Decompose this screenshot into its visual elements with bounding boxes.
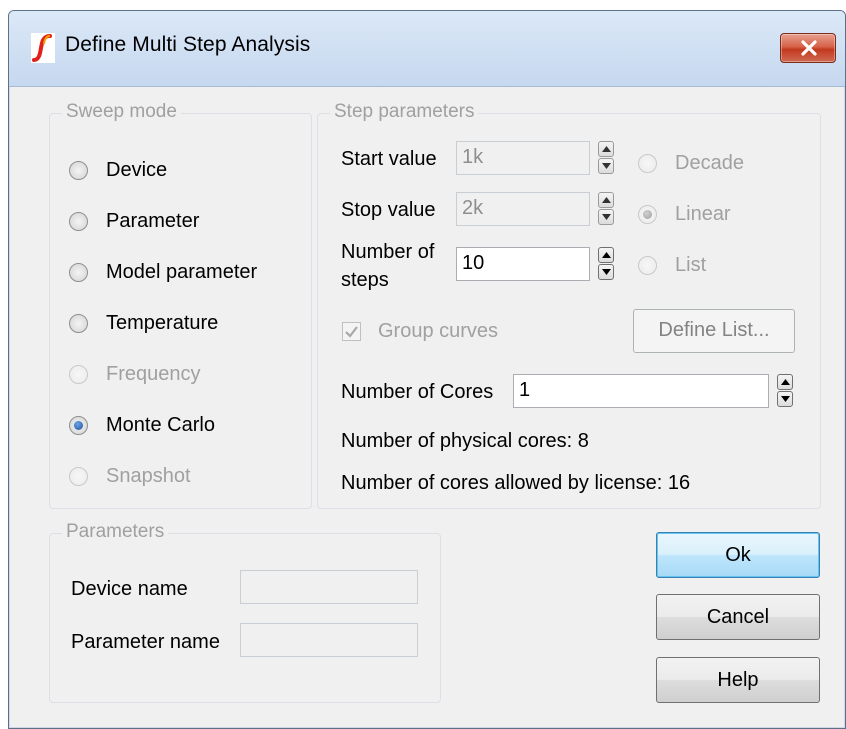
num-steps-label-line2: steps	[341, 269, 389, 291]
group-curves-checkbox[interactable]	[342, 322, 361, 341]
sweep-mode-group-label: Sweep mode	[62, 101, 181, 123]
stop-value-up-button[interactable]	[598, 192, 614, 208]
step-parameters-group: Step parameters Start value 1k Stop valu…	[317, 101, 821, 509]
dialog-window: Define Multi Step Analysis Sweep mode De…	[8, 10, 846, 729]
simetrix-logo-icon	[31, 33, 55, 63]
radio-linear-circle[interactable]	[638, 205, 657, 224]
parameter-name-label: Parameter name	[71, 631, 220, 653]
define-list-button[interactable]: Define List...	[633, 309, 795, 353]
chevron-up-icon	[602, 197, 611, 203]
device-name-label: Device name	[71, 578, 188, 600]
radio-frequency-circle[interactable]	[69, 365, 88, 384]
chevron-down-icon	[602, 214, 611, 220]
help-button[interactable]: Help	[656, 657, 820, 703]
num-cores-input[interactable]: 1	[513, 374, 769, 408]
close-button[interactable]	[780, 33, 836, 63]
radio-model-parameter[interactable]: Model parameter	[69, 261, 257, 284]
start-value-up-button[interactable]	[598, 141, 614, 157]
licensed-cores-text: Number of cores allowed by license: 16	[341, 472, 691, 494]
radio-monte-carlo-circle[interactable]	[69, 416, 88, 435]
step-parameters-group-label: Step parameters	[330, 101, 479, 123]
stop-value-down-button[interactable]	[598, 209, 614, 225]
chevron-down-icon	[602, 269, 611, 275]
cancel-button[interactable]: Cancel	[656, 594, 820, 640]
num-cores-label: Number of Cores	[341, 381, 494, 403]
stop-value-input[interactable]: 2k	[456, 192, 590, 226]
group-curves-label: Group curves	[378, 320, 499, 342]
radio-decade-circle[interactable]	[638, 154, 657, 173]
radio-snapshot[interactable]: Snapshot	[69, 465, 191, 488]
radio-frequency[interactable]: Frequency	[69, 363, 201, 386]
radio-temperature-label: Temperature	[106, 312, 219, 334]
radio-parameter-label: Parameter	[106, 210, 200, 232]
start-value-spinner[interactable]	[598, 141, 614, 175]
radio-list[interactable]: List	[638, 254, 706, 277]
radio-snapshot-circle[interactable]	[69, 467, 88, 486]
window-title: Define Multi Step Analysis	[65, 33, 311, 56]
title-bar[interactable]: Define Multi Step Analysis	[9, 11, 845, 87]
chevron-down-icon	[602, 163, 611, 169]
checkmark-icon	[345, 326, 358, 338]
start-value-label: Start value	[341, 148, 437, 170]
num-cores-down-button[interactable]	[777, 391, 793, 407]
stop-value-spinner[interactable]	[598, 192, 614, 226]
radio-decade-label: Decade	[675, 152, 744, 174]
radio-device-label: Device	[106, 159, 168, 181]
radio-device[interactable]: Device	[69, 159, 167, 182]
start-value-input[interactable]: 1k	[456, 141, 590, 175]
ok-button[interactable]: Ok	[656, 532, 820, 578]
radio-decade[interactable]: Decade	[638, 152, 744, 175]
radio-temperature[interactable]: Temperature	[69, 312, 218, 335]
radio-list-circle[interactable]	[638, 256, 657, 275]
num-cores-up-button[interactable]	[777, 374, 793, 390]
chevron-down-icon	[781, 396, 790, 402]
parameters-group-label: Parameters	[62, 521, 169, 543]
num-steps-down-button[interactable]	[598, 264, 614, 280]
sweep-mode-group: Sweep mode Device Parameter Model parame…	[49, 101, 312, 509]
num-steps-up-button[interactable]	[598, 247, 614, 263]
radio-parameter-circle[interactable]	[69, 212, 88, 231]
chevron-up-icon	[602, 252, 611, 258]
radio-linear[interactable]: Linear	[638, 203, 731, 226]
radio-model-parameter-label: Model parameter	[106, 261, 258, 283]
chevron-up-icon	[602, 146, 611, 152]
stop-value-label: Stop value	[341, 199, 436, 221]
physical-cores-text: Number of physical cores: 8	[341, 430, 589, 452]
radio-model-parameter-circle[interactable]	[69, 263, 88, 282]
parameter-name-input[interactable]	[240, 623, 418, 657]
radio-monte-carlo[interactable]: Monte Carlo	[69, 414, 215, 437]
radio-frequency-label: Frequency	[106, 363, 201, 385]
chevron-up-icon	[781, 379, 790, 385]
radio-monte-carlo-label: Monte Carlo	[106, 414, 215, 436]
dialog-client-area: Sweep mode Device Parameter Model parame…	[19, 88, 835, 724]
num-cores-spinner[interactable]	[777, 374, 793, 408]
radio-linear-label: Linear	[675, 203, 731, 225]
radio-list-label: List	[675, 254, 707, 276]
num-steps-label-line1: Number of	[341, 241, 435, 263]
close-icon	[801, 40, 817, 56]
device-name-input[interactable]	[240, 570, 418, 604]
radio-device-circle[interactable]	[69, 161, 88, 180]
num-steps-spinner[interactable]	[598, 247, 614, 281]
num-steps-input[interactable]: 10	[456, 247, 590, 281]
parameters-group: Parameters Device name Parameter name	[49, 521, 441, 703]
radio-parameter[interactable]: Parameter	[69, 210, 199, 233]
start-value-down-button[interactable]	[598, 158, 614, 174]
radio-snapshot-label: Snapshot	[106, 465, 191, 487]
radio-temperature-circle[interactable]	[69, 314, 88, 333]
